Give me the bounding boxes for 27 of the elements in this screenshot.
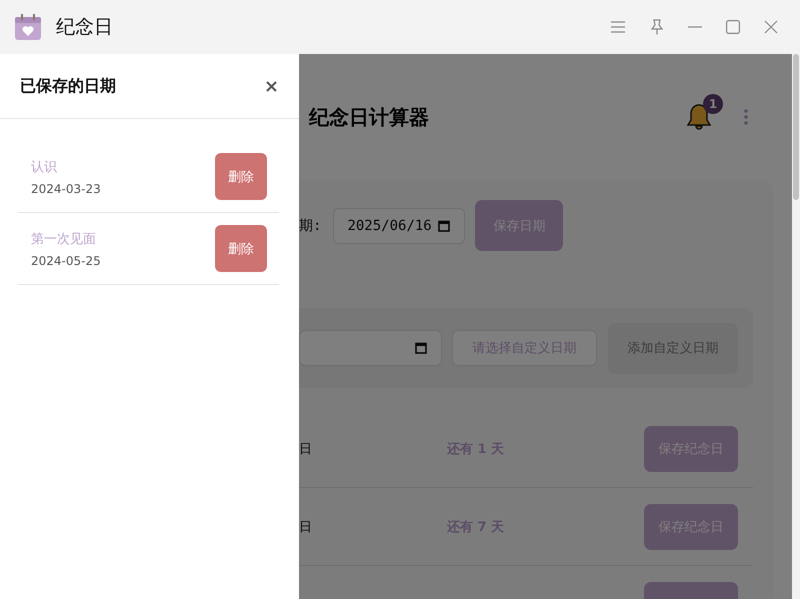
saved-date-value: 2024-05-25 [31,254,101,268]
delete-button[interactable]: 删除 [215,153,267,200]
close-icon[interactable] [764,20,778,34]
minimize-icon[interactable] [688,26,702,28]
date-label: 期: [299,216,322,234]
anniversary-name: 日 [299,440,313,458]
page-title: 纪念日计算器 [309,104,429,130]
maximize-icon[interactable] [726,20,740,34]
anniversary-name: 日 [299,518,313,536]
delete-button[interactable]: 删除 [215,225,267,272]
more-options-icon[interactable] [744,109,748,125]
calendar-icon[interactable] [438,220,450,232]
close-icon[interactable] [266,80,277,92]
date-field[interactable]: 2025/06/16 [333,208,466,244]
drawer-title: 已保存的日期 [20,76,116,96]
window-title: 纪念日 [56,15,113,40]
saved-date-value: 2024-03-23 [31,182,101,196]
saved-date-name: 第一次见面 [31,230,97,248]
notification-badge: 1 [703,94,723,114]
bell-icon[interactable] [686,103,712,131]
menu-icon[interactable] [610,21,626,33]
custom-date-field[interactable] [299,330,442,366]
calendar-heart-icon [14,13,42,41]
calendar-icon[interactable] [415,342,427,354]
pin-icon[interactable] [650,19,664,35]
saved-date-name: 认识 [31,158,58,176]
scrollbar-thumb[interactable] [793,54,799,200]
